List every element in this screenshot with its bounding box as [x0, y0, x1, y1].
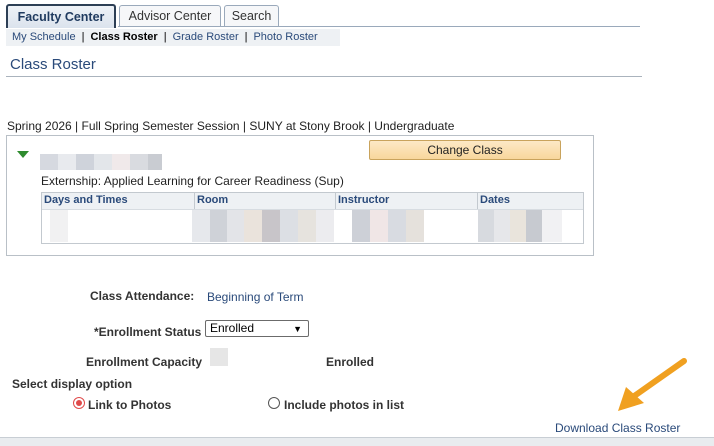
enrollment-capacity-value — [210, 348, 228, 366]
enrollment-status-value: Enrolled — [210, 321, 255, 335]
enrollment-status-select[interactable]: Enrolled ▼ — [205, 320, 309, 337]
col-days-times: Days and Times — [44, 194, 128, 206]
expand-triangle-icon[interactable] — [17, 151, 29, 158]
class-attendance-value: Beginning of Term — [207, 290, 304, 304]
class-description: Externship: Applied Learning for Career … — [41, 174, 344, 188]
tab-bar: Faculty Center Advisor Center Search — [6, 4, 304, 28]
page-title: Class Roster — [10, 56, 96, 73]
tab-divider — [118, 26, 640, 27]
enrolled-label: Enrolled — [326, 355, 375, 369]
link-to-photos-label: Link to Photos — [88, 398, 172, 412]
grid-header: Days and Times Room Instructor Dates — [42, 193, 583, 210]
class-section-box: Change Class Externship: Applied Learnin… — [6, 135, 594, 256]
class-attendance-label: Class Attendance: — [90, 289, 195, 303]
col-dates: Dates — [480, 194, 510, 206]
subnav-class-roster: Class Roster — [90, 31, 158, 43]
chevron-down-icon: ▼ — [293, 324, 302, 334]
subnav-photo-roster[interactable]: Photo Roster — [253, 31, 317, 43]
download-class-roster-link[interactable]: Download Class Roster — [555, 421, 680, 435]
display-option-heading: Select display option — [12, 377, 133, 391]
tab-search[interactable]: Search — [224, 5, 279, 26]
col-instructor: Instructor — [338, 194, 390, 206]
tab-faculty-center[interactable]: Faculty Center — [6, 4, 116, 28]
sub-navigation: My Schedule | Class Roster | Grade Roster | Ph… — [6, 29, 340, 46]
subnav-my-schedule[interactable]: My Schedule — [12, 31, 76, 43]
title-divider — [6, 76, 642, 77]
meeting-grid: Days and Times Room Instructor Dates — [41, 192, 584, 244]
radio-include-photos[interactable] — [268, 397, 280, 409]
col-room: Room — [197, 194, 229, 206]
term-info: Spring 2026 | Full Spring Semester Sessi… — [7, 119, 455, 133]
subnav-grade-roster[interactable]: Grade Roster — [173, 31, 239, 43]
arrow-annotation-icon — [618, 358, 687, 411]
change-class-button[interactable]: Change Class — [369, 140, 561, 160]
include-photos-label: Include photos in list — [284, 398, 404, 412]
enrollment-status-label: *Enrollment Status — [94, 325, 202, 339]
radio-link-to-photos[interactable] — [73, 397, 85, 409]
tab-advisor-center[interactable]: Advisor Center — [119, 5, 221, 26]
enrollment-capacity-label: Enrollment Capacity — [86, 355, 203, 369]
